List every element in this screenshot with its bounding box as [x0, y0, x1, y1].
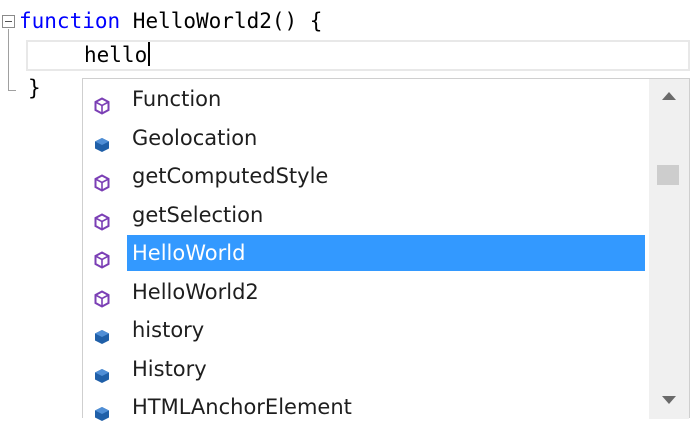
object-icon [93, 398, 111, 421]
collapse-toggle-icon[interactable] [2, 15, 15, 28]
object-icon [93, 129, 111, 152]
function-icon [93, 244, 111, 269]
scroll-up-arrow-icon[interactable] [662, 92, 676, 100]
completion-item-label: Function [132, 87, 222, 111]
code-line-closing-brace[interactable]: } [28, 72, 41, 104]
code-line-typed[interactable]: hello [84, 40, 151, 71]
completion-item-label: history [132, 318, 205, 342]
object-icon [93, 360, 111, 383]
function-icon [93, 90, 111, 115]
completion-item[interactable]: getSelection [83, 197, 649, 233]
completion-item-label: HelloWorld2 [132, 279, 259, 304]
intellisense-completion-list[interactable]: Function Geolocation getComputedStyle getSe… [82, 78, 690, 421]
function-icon [93, 283, 111, 308]
object-icon [93, 321, 111, 344]
completion-item[interactable]: Function [83, 81, 649, 117]
completion-item-label: HTMLAnchorElement [132, 395, 352, 419]
completion-item[interactable]: History [83, 351, 649, 387]
function-signature: HelloWorld2() { [120, 9, 323, 33]
completion-scrollbar[interactable] [649, 79, 689, 419]
completion-item-label: HelloWorld [132, 241, 246, 265]
fold-guide [8, 29, 9, 91]
completion-item[interactable]: Geolocation [83, 120, 649, 156]
function-icon [93, 167, 111, 192]
completion-item-label: getSelection [132, 202, 264, 227]
function-icon [93, 206, 111, 231]
completion-item[interactable]: HelloWorld [83, 235, 649, 271]
text-caret [148, 42, 151, 66]
fold-guide-end [8, 90, 16, 91]
completion-item[interactable]: getComputedStyle [83, 158, 649, 194]
code-line-function-declaration[interactable]: function HelloWorld2() { [19, 5, 322, 37]
completion-item[interactable]: HTMLAnchorElement [83, 389, 649, 425]
typed-text: hello [84, 43, 148, 67]
completion-item[interactable]: history [83, 312, 649, 348]
scroll-down-arrow-icon[interactable] [662, 396, 676, 404]
completion-item[interactable]: HelloWorld2 [83, 274, 649, 310]
completion-item-label: History [132, 356, 207, 381]
completion-item-label: getComputedStyle [132, 164, 329, 188]
keyword-function: function [19, 9, 121, 33]
scroll-thumb[interactable] [657, 165, 679, 185]
code-editor[interactable]: function HelloWorld2() { hello } Functio… [0, 0, 690, 421]
completion-item-label: Geolocation [132, 125, 258, 150]
